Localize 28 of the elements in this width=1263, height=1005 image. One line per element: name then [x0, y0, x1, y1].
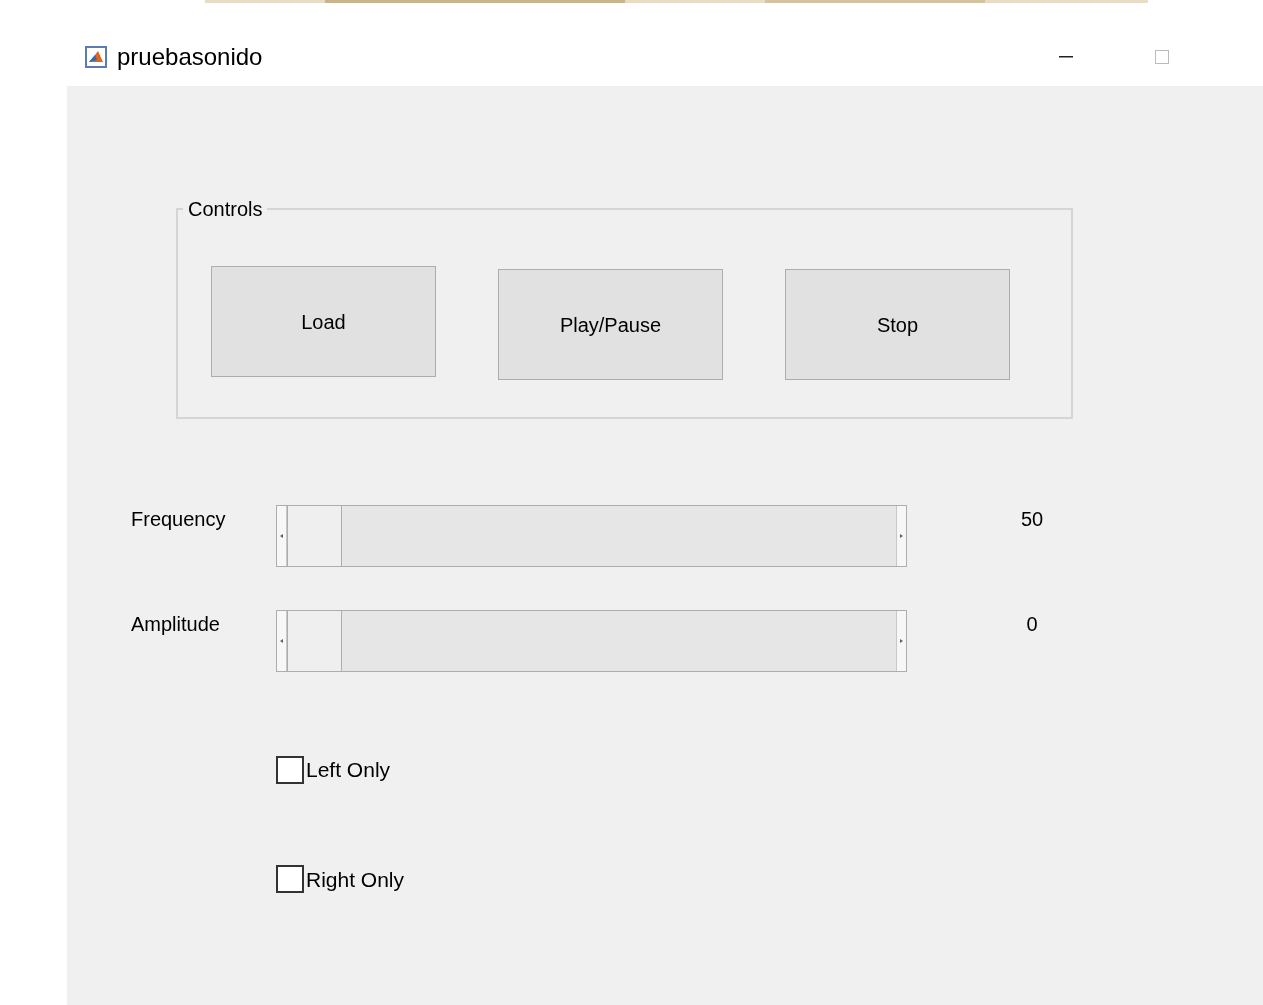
app-icon — [85, 46, 107, 68]
action-button[interactable]: Stop — [785, 269, 1010, 380]
left-arrow-icon — [280, 639, 283, 643]
slider-label: Amplitude — [131, 614, 220, 634]
right-arrow-icon — [900, 534, 903, 538]
slider[interactable] — [276, 610, 907, 672]
minimize-icon[interactable] — [1059, 56, 1074, 58]
slider[interactable] — [276, 505, 907, 567]
slider-value: 0 — [1025, 614, 1039, 634]
slider-value: 50 — [1019, 509, 1045, 529]
slider-label: Frequency — [131, 509, 226, 529]
checkbox[interactable] — [276, 865, 304, 894]
checkbox-label: Left Only — [306, 757, 391, 783]
checkbox[interactable] — [276, 755, 304, 784]
scroll-right-button[interactable] — [896, 611, 906, 671]
left-arrow-icon — [280, 534, 283, 538]
slider-thumb[interactable] — [287, 506, 342, 566]
checkbox-label: Right Only — [306, 866, 405, 893]
scroll-left-button[interactable] — [277, 506, 287, 566]
action-button[interactable]: Load — [211, 266, 436, 377]
scroll-right-button[interactable] — [896, 506, 906, 566]
action-button[interactable]: Play/Pause — [498, 269, 723, 380]
panel-title: Controls — [187, 199, 264, 219]
slider-thumb[interactable] — [287, 611, 342, 671]
right-arrow-icon — [900, 639, 903, 643]
scroll-left-button[interactable] — [277, 611, 287, 671]
window-title: pruebasonido — [117, 42, 263, 72]
maximize-icon[interactable] — [1155, 50, 1170, 64]
